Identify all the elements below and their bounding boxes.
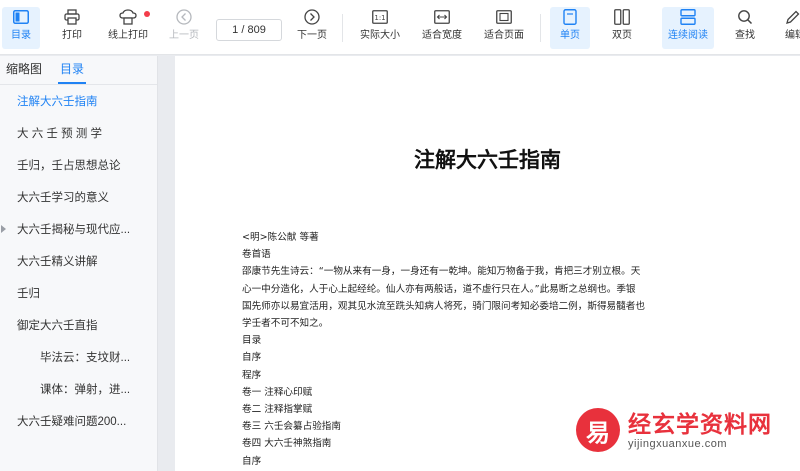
toc-item[interactable]: 大六壬疑难问题200... bbox=[0, 405, 157, 437]
toolbar-divider bbox=[540, 14, 541, 42]
printer-icon bbox=[61, 7, 83, 27]
toc-item[interactable]: 大六壬揭秘与现代应... bbox=[0, 213, 157, 245]
author-line: <明>陈公献 等著 bbox=[242, 232, 319, 243]
expand-caret-icon[interactable] bbox=[1, 225, 6, 233]
text-line: 学壬者不可不知之。 bbox=[242, 318, 329, 330]
prev-page-button[interactable]: 上一页 bbox=[166, 7, 202, 49]
actual-size-icon: 1:1 bbox=[369, 7, 391, 27]
toc-subitem[interactable]: 毕法云：支坟财... bbox=[0, 341, 157, 373]
fit-width-icon bbox=[431, 7, 453, 27]
toc-item[interactable]: 注解大六壬指南 bbox=[0, 85, 157, 117]
toc-item[interactable]: 壬归，壬占思想总论 bbox=[0, 149, 157, 181]
toc-item[interactable]: 壬归 bbox=[0, 277, 157, 309]
single-page-icon bbox=[559, 7, 581, 27]
print-button[interactable]: 打印 bbox=[55, 7, 89, 49]
tab-contents[interactable]: 目录 bbox=[58, 60, 87, 84]
double-page-button[interactable]: 双页 bbox=[602, 7, 642, 49]
arrow-left-circle-icon bbox=[173, 7, 195, 27]
sidebar-tabs: 缩略图 目录 bbox=[0, 56, 157, 85]
watermark-text: 经玄学资料网 yijingxuanxue.com bbox=[628, 410, 772, 450]
fit-page-button[interactable]: 适合页面 bbox=[480, 7, 528, 49]
edit-button[interactable]: 编辑 bbox=[776, 7, 800, 49]
sidebar-icon bbox=[10, 7, 32, 27]
toolbar-divider bbox=[342, 14, 343, 42]
text-line: 目录 bbox=[242, 335, 262, 347]
text-line: 心一中分造化，人于心上起经纶。仙人亦有两般话，道不虚行只在人。”此易断之总纲也。… bbox=[242, 283, 636, 295]
text-line: 邵康节先生诗云：“一物从来有一身，一身还有一乾坤。能知万物备于我，肯把三才别立根… bbox=[242, 266, 641, 278]
watermark-name: 经玄学资料网 bbox=[628, 411, 772, 437]
cloud-print-icon bbox=[117, 7, 139, 27]
tab-thumbnails[interactable]: 缩略图 bbox=[4, 60, 44, 84]
watermark-logo: 易 bbox=[576, 408, 620, 452]
svg-text:1:1: 1:1 bbox=[374, 14, 385, 22]
toc-item[interactable]: 大六壬学习的意义 bbox=[0, 181, 157, 213]
text-line: 程序 bbox=[242, 369, 262, 381]
single-page-button[interactable]: 单页 bbox=[550, 7, 590, 49]
fit-width-button[interactable]: 适合宽度 bbox=[418, 7, 466, 49]
toc-item[interactable]: 大 六 壬 预 测 学 bbox=[0, 117, 157, 149]
notification-dot bbox=[144, 11, 150, 17]
sidebar: 缩略图 目录 注解大六壬指南 大 六 壬 预 测 学 壬归，壬占思想总论 大六壬… bbox=[0, 56, 158, 471]
toc-item[interactable]: 大六壬精义讲解 bbox=[0, 245, 157, 277]
search-icon bbox=[734, 7, 756, 27]
watermark-url: yijingxuanxue.com bbox=[628, 438, 727, 450]
document-title: 注解大六壬指南 bbox=[414, 147, 561, 172]
toc-subitem[interactable]: 课体：弹射，进... bbox=[0, 373, 157, 405]
toc-item[interactable]: 御定大六壬直指 bbox=[0, 309, 157, 341]
text-line: 自序 bbox=[242, 352, 262, 364]
text-line: 卷首语 bbox=[242, 249, 271, 261]
arrow-right-circle-icon bbox=[301, 7, 323, 27]
next-page-button[interactable]: 下一页 bbox=[294, 7, 330, 49]
contents-button[interactable]: 目录 bbox=[2, 7, 40, 49]
fit-page-icon bbox=[493, 7, 515, 27]
continuous-reading-button[interactable]: 连续阅读 bbox=[662, 7, 714, 49]
search-button[interactable]: 查找 bbox=[728, 7, 762, 49]
text-line: 国先师亦以易宜活用，观其见水流至跣头知病人将死，骑门限问考知必委培二例，斯得易髓… bbox=[242, 300, 645, 312]
page-number-input[interactable]: 1 / 809 bbox=[216, 19, 282, 41]
toolbar: 目录 打印 线上打印 上一页 1 / 809 下一页 1:1 实际大小 适合宽度… bbox=[0, 0, 800, 55]
site-watermark: 易 经玄学资料网 yijingxuanxue.com bbox=[576, 389, 800, 471]
pencil-icon bbox=[782, 7, 800, 27]
continuous-scroll-icon bbox=[677, 7, 699, 27]
actual-size-button[interactable]: 1:1 实际大小 bbox=[356, 7, 404, 49]
double-page-icon bbox=[611, 7, 633, 27]
online-print-button[interactable]: 线上打印 bbox=[104, 7, 152, 49]
